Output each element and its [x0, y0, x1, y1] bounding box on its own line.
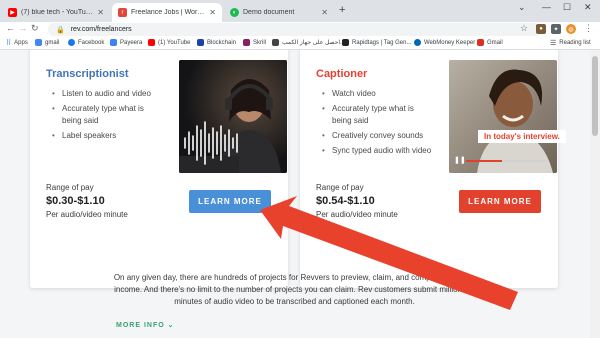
menu-icon[interactable]: ⋮: [584, 23, 593, 34]
reading-list-icon: ☰: [550, 40, 557, 47]
reading-list[interactable]: ☰ Reading list: [550, 39, 591, 47]
tab-demo-document[interactable]: ◐ Demo document ✕: [224, 3, 334, 22]
youtube-icon: ▶: [8, 8, 17, 17]
apps-grid-icon: ⠿: [6, 40, 12, 47]
forward-icon[interactable]: →: [18, 23, 27, 33]
close-tab-icon[interactable]: ✕: [321, 8, 328, 17]
puzzle-extension-icon[interactable]: ✦: [551, 24, 561, 34]
browser-toolbar: ← → ↻ 🔒 rev.com/freelancers ☆ ● ✦ ◍ ⋮: [0, 22, 600, 37]
bookmark-star-icon[interactable]: ☆: [520, 23, 528, 34]
reload-icon[interactable]: ↻: [31, 23, 39, 34]
new-tab-button[interactable]: +: [339, 4, 345, 16]
bookmark-label: Blockchain: [207, 39, 237, 46]
bookmark-gmail-2[interactable]: Gmail: [477, 39, 503, 46]
bookmark-gmail[interactable]: gmail: [35, 39, 59, 46]
profile-avatar[interactable]: ◍: [566, 24, 576, 34]
blockchain-icon: [197, 39, 204, 46]
bookmark-label: WebMoney Keeper: [424, 39, 476, 46]
bookmark-label: Rapidtags | Tag Gen...: [352, 39, 412, 46]
page-content: Transcriptionist Listen to audio and vid…: [0, 50, 590, 338]
webmoney-icon: [414, 39, 421, 46]
bookmark-label: Gmail: [487, 39, 503, 46]
close-tab-icon[interactable]: ✕: [209, 8, 216, 17]
bookmark-label: Apps: [14, 40, 28, 46]
bookmark-label: Reading list: [559, 40, 591, 46]
bookmark-label: احصل على جهاز الكمب...: [282, 40, 345, 46]
bookmark-label: Facebook: [78, 39, 105, 46]
arrow-shape: [260, 196, 518, 310]
youtube-icon: [148, 39, 155, 46]
payeera-icon: [110, 39, 117, 46]
bookmark-label: Payeera: [120, 39, 143, 46]
bookmark-blockchain[interactable]: Blockchain: [197, 39, 236, 46]
lock-icon[interactable]: 🔒: [56, 26, 65, 34]
bookmark-payeera[interactable]: Payeera: [110, 39, 142, 46]
bookmark-arabic[interactable]: احصل على جهاز الكمب...: [272, 39, 345, 46]
document-icon: ◐: [230, 8, 239, 17]
tab-freelance-jobs[interactable]: r Freelance Jobs | Work from Hom… ✕: [112, 3, 222, 22]
tab-title: Freelance Jobs | Work from Hom…: [131, 9, 205, 16]
tab-title: (7) blue tech - YouTube: [21, 9, 94, 16]
skrill-icon: [243, 39, 250, 46]
window-close-icon[interactable]: ✕: [584, 2, 592, 13]
gmail-icon: [35, 39, 42, 46]
bookmark-webmoney[interactable]: WebMoney Keeper: [414, 39, 475, 46]
bookmark-icon: [272, 39, 279, 46]
rev-favicon-icon: r: [118, 8, 127, 17]
back-icon[interactable]: ←: [6, 23, 15, 33]
bookmarks-bar: ⠿ Apps gmail Facebook Payeera (1) YouTub…: [0, 37, 600, 50]
rapidtags-icon: [342, 39, 349, 46]
bookmark-label: (1) YouTube: [158, 39, 191, 46]
scrollbar-thumb[interactable]: [592, 56, 598, 136]
address-url: rev.com/freelancers: [70, 26, 132, 33]
tab-search-icon[interactable]: ⌄: [518, 2, 526, 13]
bookmark-rapidtags[interactable]: Rapidtags | Tag Gen...: [342, 39, 411, 46]
facebook-icon: [68, 39, 75, 46]
close-tab-icon[interactable]: ✕: [97, 8, 104, 17]
gmail-icon: [477, 39, 484, 46]
minimize-icon[interactable]: —: [542, 2, 551, 12]
tab-title: Demo document: [243, 9, 295, 16]
bookmark-skrill[interactable]: Skrill: [243, 39, 266, 46]
tab-youtube[interactable]: ▶ (7) blue tech - YouTube ✕: [2, 3, 110, 22]
bookmark-label: Skrill: [253, 39, 266, 46]
page-scrollbar[interactable]: [590, 50, 600, 338]
annotation-arrow: [260, 196, 518, 310]
bookmark-facebook[interactable]: Facebook: [68, 39, 104, 46]
bookmark-label: gmail: [45, 39, 60, 46]
maximize-icon[interactable]: ☐: [563, 2, 571, 13]
address-bar[interactable]: 🔒 rev.com/freelancers: [48, 23, 540, 36]
bookmark-youtube[interactable]: (1) YouTube: [148, 39, 190, 46]
extension-icon[interactable]: ●: [536, 24, 546, 34]
bookmark-apps[interactable]: ⠿ Apps: [6, 39, 28, 47]
tab-strip: ▶ (7) blue tech - YouTube ✕ r Freelance …: [0, 0, 600, 22]
